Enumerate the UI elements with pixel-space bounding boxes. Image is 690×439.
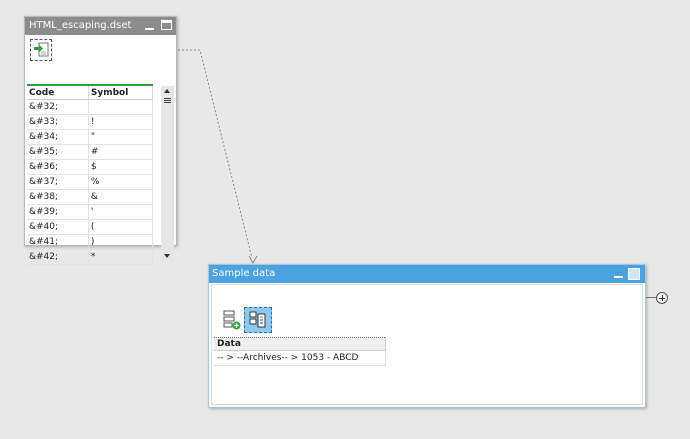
cell-symbol: ) <box>88 234 154 250</box>
cell-code: &#35; <box>27 144 89 160</box>
cell-code: &#42; <box>27 249 89 265</box>
cell-code: &#37; <box>27 174 89 190</box>
table-row[interactable]: &#40;( <box>27 219 154 235</box>
column-header-code[interactable]: Code <box>27 84 89 100</box>
sample-data-node[interactable]: Sample data Data -- > --Archives-- > 105… <box>208 264 646 408</box>
dataset-node-title: HTML_escaping.dset <box>29 20 132 31</box>
table-row[interactable]: &#38; & <box>27 189 154 205</box>
scroll-up-arrow-icon[interactable] <box>161 86 174 96</box>
flow-canvas[interactable]: HTML_escaping.dset Code Symbol &#32; & #3… <box>0 0 690 439</box>
add-row-icon <box>223 310 241 330</box>
sample-node-titlebar[interactable]: Sample data <box>209 265 645 283</box>
cell-symbol: " <box>88 129 154 145</box>
column-header-data[interactable]: Data <box>214 337 386 351</box>
table-row[interactable]: &#33;! <box>27 114 154 130</box>
table-row[interactable]: &#37;% <box>27 174 154 190</box>
vertical-scrollbar[interactable] <box>161 86 174 261</box>
table-row[interactable]: &#39; ' <box>27 204 154 220</box>
cell-symbol: # <box>88 144 154 160</box>
sample-data-table: Data -- > --Archives-- > 1053 - ABCD <box>214 337 386 366</box>
cell-symbol: ! <box>88 114 154 130</box>
scroll-thumb[interactable] <box>163 97 172 105</box>
properties-button[interactable] <box>244 307 272 333</box>
add-circle-icon[interactable] <box>656 292 668 304</box>
table-row[interactable]: &#34; " <box>27 129 154 145</box>
maximize-icon[interactable] <box>628 268 640 280</box>
cell-code: &#32; <box>27 99 89 115</box>
import-arrow-icon <box>34 42 49 57</box>
cell-symbol: $ <box>88 159 154 175</box>
table-row[interactable]: &#32; <box>27 99 154 115</box>
table-header-row: Data <box>214 337 386 351</box>
sample-node-title: Sample data <box>212 268 276 279</box>
table-row[interactable]: &#42; * <box>27 249 154 265</box>
cell-code: &#33; <box>27 114 89 130</box>
cell-symbol: & <box>88 189 154 205</box>
minimize-icon[interactable] <box>614 269 623 278</box>
dataset-node-titlebar[interactable]: HTML_escaping.dset <box>25 17 176 35</box>
import-button[interactable] <box>30 39 52 61</box>
properties-icon <box>249 311 266 328</box>
table-row[interactable]: -- > --Archives-- > 1053 - ABCD <box>214 350 386 366</box>
scroll-down-arrow-icon[interactable] <box>161 251 174 261</box>
cell-code: &#38; <box>27 189 89 205</box>
minimize-icon[interactable] <box>145 21 154 30</box>
cell-symbol: % <box>88 174 154 190</box>
cell-code: &#41; <box>27 234 89 250</box>
cell-code: &#34; <box>27 129 89 145</box>
table-row[interactable]: &#35; # <box>27 144 154 160</box>
cell-code: &#39; <box>27 204 89 220</box>
column-header-symbol[interactable]: Symbol <box>88 84 154 100</box>
table-row[interactable]: &#36; $ <box>27 159 154 175</box>
cell-symbol: * <box>88 249 154 265</box>
dataset-table: Code Symbol &#32; &#33;! &#34; " &#35; # &… <box>27 84 154 265</box>
table-header-row: Code Symbol <box>27 84 154 100</box>
cell-code: &#36; <box>27 159 89 175</box>
sample-node-body: Data -- > --Archives-- > 1053 - ABCD <box>211 284 643 405</box>
cell-data: -- > --Archives-- > 1053 - ABCD <box>214 350 386 366</box>
cell-symbol: ' <box>88 204 154 220</box>
maximize-icon[interactable] <box>161 20 172 30</box>
cell-code: &#40; <box>27 219 89 235</box>
cell-symbol <box>88 99 154 115</box>
cell-symbol: ( <box>88 219 154 235</box>
table-row[interactable]: &#41;) <box>27 234 154 250</box>
add-row-button[interactable] <box>222 309 242 331</box>
output-port-line <box>646 297 656 298</box>
dataset-node[interactable]: HTML_escaping.dset Code Symbol &#32; & #3… <box>24 16 177 265</box>
